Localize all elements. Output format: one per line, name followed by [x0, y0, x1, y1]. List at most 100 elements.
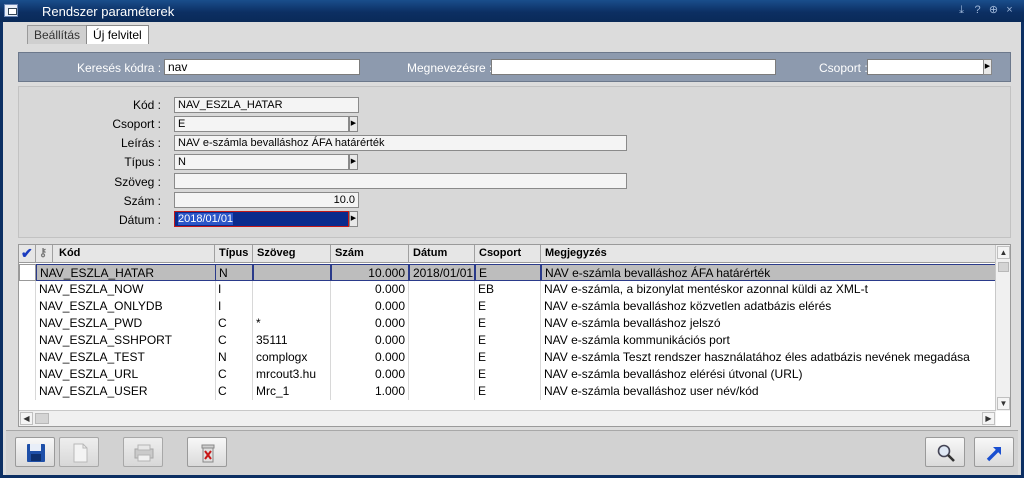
cell-datum[interactable]: 2018/01/01 — [409, 264, 475, 281]
cell-datum[interactable] — [409, 281, 475, 298]
cell-csoport[interactable]: E — [475, 383, 541, 400]
cell-szoveg[interactable]: mrcout3.hu — [253, 366, 331, 383]
cell-szam[interactable]: 1.000 — [331, 383, 409, 400]
datum-field[interactable]: 2018/01/01 — [174, 211, 349, 227]
cell-szam[interactable]: 10.000 — [331, 264, 409, 281]
download-icon[interactable]: ⤓ — [955, 3, 968, 17]
cell-szam[interactable]: 0.000 — [331, 332, 409, 349]
cell-tipus[interactable]: C — [215, 332, 253, 349]
search-name-input[interactable] — [491, 59, 776, 75]
cell-csoport[interactable]: E — [475, 366, 541, 383]
leiras-field[interactable]: NAV e-számla bevalláshoz ÁFA határérték — [174, 135, 627, 151]
cell-kod[interactable]: NAV_ESZLA_URL — [36, 366, 216, 383]
exit-button[interactable] — [974, 437, 1014, 467]
cell-szoveg[interactable] — [253, 264, 331, 281]
column-header-csoport[interactable]: Csoport — [475, 245, 541, 263]
column-header-tipus[interactable]: Típus — [215, 245, 253, 263]
cell-szoveg[interactable]: Mrc_1 — [253, 383, 331, 400]
cell-kod[interactable]: NAV_ESZLA_SSHPORT — [36, 332, 216, 349]
column-header-datum[interactable]: Dátum — [409, 245, 475, 263]
search-group-dropdown-icon[interactable]: ▶ — [983, 59, 992, 75]
table-row[interactable]: NAV_ESZLA_TEST Ncomplogx 0.000 E NAV e-száml… — [19, 349, 996, 366]
szoveg-field[interactable] — [174, 173, 627, 189]
row-indicator[interactable] — [19, 281, 36, 298]
row-indicator[interactable] — [19, 349, 36, 366]
cell-csoport[interactable]: E — [475, 264, 541, 281]
cell-datum[interactable] — [409, 315, 475, 332]
cell-megjegyzes[interactable]: NAV e-számla kommunikációs port — [541, 332, 996, 349]
row-indicator[interactable] — [19, 264, 36, 281]
datum-dropdown-icon[interactable]: ▶ — [349, 211, 358, 227]
cell-kod[interactable]: NAV_ESZLA_PWD — [36, 315, 216, 332]
cell-csoport[interactable]: E — [475, 315, 541, 332]
cell-datum[interactable] — [409, 298, 475, 315]
search-button[interactable] — [925, 437, 965, 467]
save-button[interactable] — [15, 437, 55, 467]
kod-field[interactable]: NAV_ESZLA_HATAR — [174, 97, 359, 113]
cell-szam[interactable]: 0.000 — [331, 281, 409, 298]
row-indicator[interactable] — [19, 366, 36, 383]
table-row[interactable]: NAV_ESZLA_ONLYDB I 0.000 E NAV e-számla beva… — [19, 298, 996, 315]
zoom-icon[interactable]: ⊕ — [987, 3, 1000, 17]
cell-datum[interactable] — [409, 383, 475, 400]
horizontal-scroll-thumb[interactable] — [35, 413, 49, 424]
cell-tipus[interactable]: C — [215, 383, 253, 400]
column-header-szoveg[interactable]: Szöveg — [253, 245, 331, 263]
cell-datum[interactable] — [409, 349, 475, 366]
cell-megjegyzes[interactable]: NAV e-számla bevalláshoz user név/kód — [541, 383, 996, 400]
scroll-left-icon[interactable]: ◀ — [20, 412, 33, 425]
cell-szoveg[interactable]: complogx — [253, 349, 331, 366]
table-row[interactable]: NAV_ESZLA_SSHPORT C 35111 0.000 E NAV e-száml… — [19, 332, 996, 349]
cell-csoport[interactable]: E — [475, 349, 541, 366]
cell-szoveg[interactable]: * — [253, 315, 331, 332]
cell-datum[interactable] — [409, 366, 475, 383]
key-column-icon[interactable]: ⚷ — [36, 245, 53, 263]
cell-szam[interactable]: 0.000 — [331, 349, 409, 366]
tipus-dropdown-icon[interactable]: ▶ — [349, 154, 358, 170]
row-indicator[interactable] — [19, 315, 36, 332]
cell-szoveg[interactable] — [253, 298, 331, 315]
column-header-szam[interactable]: Szám — [331, 245, 409, 263]
row-indicator[interactable] — [19, 298, 36, 315]
cell-megjegyzes[interactable]: NAV e-számla bevalláshoz elérési útvonal… — [541, 366, 996, 383]
cell-tipus[interactable]: C — [215, 315, 253, 332]
cell-szoveg[interactable]: 35111 — [253, 332, 331, 349]
cell-szam[interactable]: 0.000 — [331, 366, 409, 383]
column-header-kod[interactable]: Kód — [53, 245, 215, 263]
scroll-down-icon[interactable]: ▼ — [997, 397, 1010, 410]
cell-megjegyzes[interactable]: NAV e-számla bevalláshoz közvetlen adatb… — [541, 298, 996, 315]
cell-megjegyzes[interactable]: NAV e-számla bevalláshoz ÁFA határérték — [541, 264, 996, 281]
tipus-field[interactable]: N — [174, 154, 349, 170]
cell-megjegyzes[interactable]: NAV e-számla Teszt rendszer használatáho… — [541, 349, 996, 366]
cell-kod[interactable]: NAV_ESZLA_HATAR — [36, 264, 216, 281]
table-row[interactable]: NAV_ESZLA_HATAR N 10.000 2018/01/01 E NAV e-s… — [19, 264, 996, 281]
horizontal-scrollbar[interactable]: ◀ ▶ — [19, 410, 996, 426]
cell-tipus[interactable]: I — [215, 281, 253, 298]
cell-tipus[interactable]: N — [215, 349, 253, 366]
cell-szoveg[interactable] — [253, 281, 331, 298]
search-group-select[interactable] — [867, 59, 984, 75]
row-indicator[interactable] — [19, 332, 36, 349]
cell-kod[interactable]: NAV_ESZLA_USER — [36, 383, 216, 400]
table-row[interactable]: NAV_ESZLA_URL Cmrcout3.hu 0.000 E NAV e-szám… — [19, 366, 996, 383]
vertical-scrollbar[interactable]: ▲ ▼ — [995, 245, 1010, 411]
table-row[interactable]: NAV_ESZLA_NOW I 0.000 EB NAV e-számla, a biz… — [19, 281, 996, 298]
cell-kod[interactable]: NAV_ESZLA_TEST — [36, 349, 216, 366]
cell-szam[interactable]: 0.000 — [331, 298, 409, 315]
table-row[interactable]: NAV_ESZLA_PWD C * 0.000 E NAV e-számla bevall… — [19, 315, 996, 332]
cell-datum[interactable] — [409, 332, 475, 349]
new-button[interactable] — [59, 437, 99, 467]
csoport-field[interactable]: E — [174, 116, 349, 132]
column-header-megjegyzes[interactable]: Megjegyzés — [541, 245, 996, 263]
search-code-input[interactable] — [164, 59, 360, 75]
cell-szam[interactable]: 0.000 — [331, 315, 409, 332]
print-button[interactable] — [123, 437, 163, 467]
tab-beallitas[interactable]: Beállítás — [27, 25, 88, 44]
table-row[interactable]: NAV_ESZLA_USER C Mrc_1 1.000 E NAV e-számla b… — [19, 383, 996, 400]
tab-uj-felvitel[interactable]: Új felvitel — [86, 25, 149, 44]
cell-tipus[interactable]: I — [215, 298, 253, 315]
help-icon[interactable]: ? — [971, 3, 984, 17]
cell-csoport[interactable]: EB — [475, 281, 541, 298]
cell-tipus[interactable]: C — [215, 366, 253, 383]
cell-csoport[interactable]: E — [475, 298, 541, 315]
